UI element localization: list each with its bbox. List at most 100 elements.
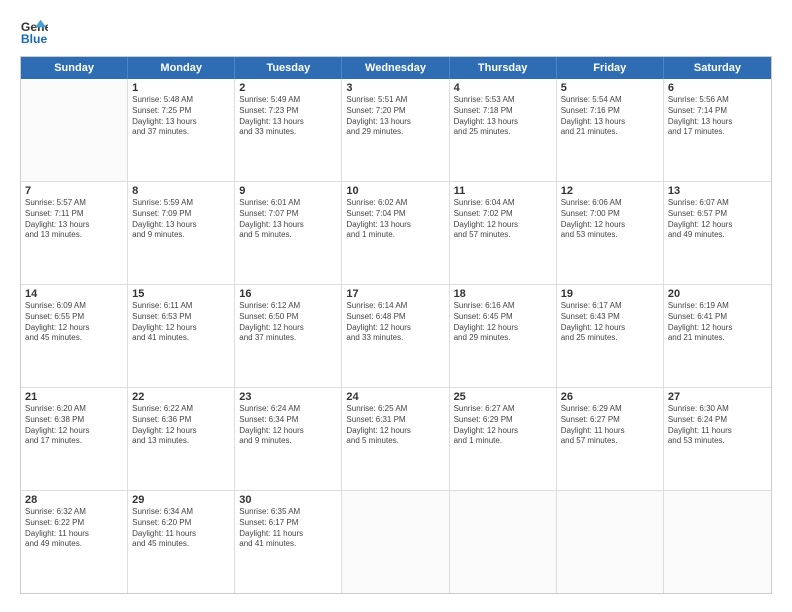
- cell-detail: Sunrise: 6:14 AM Sunset: 6:48 PM Dayligh…: [346, 301, 444, 344]
- cell-detail: Sunrise: 6:25 AM Sunset: 6:31 PM Dayligh…: [346, 404, 444, 447]
- calendar-cell: 27Sunrise: 6:30 AM Sunset: 6:24 PM Dayli…: [664, 388, 771, 490]
- day-number: 18: [454, 288, 552, 300]
- cell-detail: Sunrise: 5:57 AM Sunset: 7:11 PM Dayligh…: [25, 198, 123, 241]
- cell-detail: Sunrise: 5:48 AM Sunset: 7:25 PM Dayligh…: [132, 95, 230, 138]
- calendar-cell: 16Sunrise: 6:12 AM Sunset: 6:50 PM Dayli…: [235, 285, 342, 387]
- cell-detail: Sunrise: 6:29 AM Sunset: 6:27 PM Dayligh…: [561, 404, 659, 447]
- day-number: 1: [132, 82, 230, 94]
- page: General Blue SundayMondayTuesdayWednesda…: [0, 0, 792, 612]
- day-number: 16: [239, 288, 337, 300]
- cell-detail: Sunrise: 5:49 AM Sunset: 7:23 PM Dayligh…: [239, 95, 337, 138]
- day-number: 26: [561, 391, 659, 403]
- cell-detail: Sunrise: 6:04 AM Sunset: 7:02 PM Dayligh…: [454, 198, 552, 241]
- calendar-cell: [664, 491, 771, 593]
- day-number: 11: [454, 185, 552, 197]
- day-number: 12: [561, 185, 659, 197]
- calendar-cell: [21, 79, 128, 181]
- cell-detail: Sunrise: 5:59 AM Sunset: 7:09 PM Dayligh…: [132, 198, 230, 241]
- header: General Blue: [20, 18, 772, 46]
- calendar-cell: 1Sunrise: 5:48 AM Sunset: 7:25 PM Daylig…: [128, 79, 235, 181]
- cell-detail: Sunrise: 6:34 AM Sunset: 6:20 PM Dayligh…: [132, 507, 230, 550]
- cell-detail: Sunrise: 6:17 AM Sunset: 6:43 PM Dayligh…: [561, 301, 659, 344]
- day-number: 17: [346, 288, 444, 300]
- calendar-cell: 25Sunrise: 6:27 AM Sunset: 6:29 PM Dayli…: [450, 388, 557, 490]
- cell-detail: Sunrise: 5:51 AM Sunset: 7:20 PM Dayligh…: [346, 95, 444, 138]
- cell-detail: Sunrise: 6:02 AM Sunset: 7:04 PM Dayligh…: [346, 198, 444, 241]
- calendar-row-4: 21Sunrise: 6:20 AM Sunset: 6:38 PM Dayli…: [21, 388, 771, 491]
- calendar-cell: 22Sunrise: 6:22 AM Sunset: 6:36 PM Dayli…: [128, 388, 235, 490]
- calendar-cell: 5Sunrise: 5:54 AM Sunset: 7:16 PM Daylig…: [557, 79, 664, 181]
- cell-detail: Sunrise: 6:22 AM Sunset: 6:36 PM Dayligh…: [132, 404, 230, 447]
- calendar-cell: 9Sunrise: 6:01 AM Sunset: 7:07 PM Daylig…: [235, 182, 342, 284]
- cell-detail: Sunrise: 6:24 AM Sunset: 6:34 PM Dayligh…: [239, 404, 337, 447]
- cell-detail: Sunrise: 6:20 AM Sunset: 6:38 PM Dayligh…: [25, 404, 123, 447]
- calendar-row-2: 7Sunrise: 5:57 AM Sunset: 7:11 PM Daylig…: [21, 182, 771, 285]
- header-day-monday: Monday: [128, 57, 235, 79]
- calendar-cell: [557, 491, 664, 593]
- cell-detail: Sunrise: 6:11 AM Sunset: 6:53 PM Dayligh…: [132, 301, 230, 344]
- header-day-wednesday: Wednesday: [342, 57, 449, 79]
- calendar-cell: 8Sunrise: 5:59 AM Sunset: 7:09 PM Daylig…: [128, 182, 235, 284]
- cell-detail: Sunrise: 6:32 AM Sunset: 6:22 PM Dayligh…: [25, 507, 123, 550]
- calendar-cell: 3Sunrise: 5:51 AM Sunset: 7:20 PM Daylig…: [342, 79, 449, 181]
- calendar-cell: 6Sunrise: 5:56 AM Sunset: 7:14 PM Daylig…: [664, 79, 771, 181]
- day-number: 5: [561, 82, 659, 94]
- day-number: 21: [25, 391, 123, 403]
- calendar-cell: 7Sunrise: 5:57 AM Sunset: 7:11 PM Daylig…: [21, 182, 128, 284]
- day-number: 23: [239, 391, 337, 403]
- cell-detail: Sunrise: 6:30 AM Sunset: 6:24 PM Dayligh…: [668, 404, 767, 447]
- calendar-row-1: 1Sunrise: 5:48 AM Sunset: 7:25 PM Daylig…: [21, 79, 771, 182]
- day-number: 2: [239, 82, 337, 94]
- calendar-cell: 2Sunrise: 5:49 AM Sunset: 7:23 PM Daylig…: [235, 79, 342, 181]
- calendar-cell: 10Sunrise: 6:02 AM Sunset: 7:04 PM Dayli…: [342, 182, 449, 284]
- calendar-cell: 12Sunrise: 6:06 AM Sunset: 7:00 PM Dayli…: [557, 182, 664, 284]
- calendar-cell: [450, 491, 557, 593]
- svg-text:Blue: Blue: [21, 32, 48, 46]
- day-number: 29: [132, 494, 230, 506]
- calendar-row-3: 14Sunrise: 6:09 AM Sunset: 6:55 PM Dayli…: [21, 285, 771, 388]
- day-number: 30: [239, 494, 337, 506]
- calendar-cell: 29Sunrise: 6:34 AM Sunset: 6:20 PM Dayli…: [128, 491, 235, 593]
- calendar-cell: 26Sunrise: 6:29 AM Sunset: 6:27 PM Dayli…: [557, 388, 664, 490]
- day-number: 4: [454, 82, 552, 94]
- header-day-friday: Friday: [557, 57, 664, 79]
- day-number: 28: [25, 494, 123, 506]
- calendar-cell: [342, 491, 449, 593]
- day-number: 9: [239, 185, 337, 197]
- day-number: 20: [668, 288, 767, 300]
- calendar-cell: 15Sunrise: 6:11 AM Sunset: 6:53 PM Dayli…: [128, 285, 235, 387]
- cell-detail: Sunrise: 6:35 AM Sunset: 6:17 PM Dayligh…: [239, 507, 337, 550]
- day-number: 13: [668, 185, 767, 197]
- calendar-cell: 21Sunrise: 6:20 AM Sunset: 6:38 PM Dayli…: [21, 388, 128, 490]
- day-number: 3: [346, 82, 444, 94]
- cell-detail: Sunrise: 6:06 AM Sunset: 7:00 PM Dayligh…: [561, 198, 659, 241]
- calendar-cell: 23Sunrise: 6:24 AM Sunset: 6:34 PM Dayli…: [235, 388, 342, 490]
- cell-detail: Sunrise: 6:12 AM Sunset: 6:50 PM Dayligh…: [239, 301, 337, 344]
- day-number: 25: [454, 391, 552, 403]
- day-number: 15: [132, 288, 230, 300]
- logo-icon: General Blue: [20, 18, 48, 46]
- day-number: 6: [668, 82, 767, 94]
- cell-detail: Sunrise: 5:56 AM Sunset: 7:14 PM Dayligh…: [668, 95, 767, 138]
- calendar-cell: 18Sunrise: 6:16 AM Sunset: 6:45 PM Dayli…: [450, 285, 557, 387]
- day-number: 8: [132, 185, 230, 197]
- cell-detail: Sunrise: 5:54 AM Sunset: 7:16 PM Dayligh…: [561, 95, 659, 138]
- calendar-cell: 28Sunrise: 6:32 AM Sunset: 6:22 PM Dayli…: [21, 491, 128, 593]
- calendar-cell: 17Sunrise: 6:14 AM Sunset: 6:48 PM Dayli…: [342, 285, 449, 387]
- calendar-cell: 20Sunrise: 6:19 AM Sunset: 6:41 PM Dayli…: [664, 285, 771, 387]
- day-number: 10: [346, 185, 444, 197]
- header-day-sunday: Sunday: [21, 57, 128, 79]
- day-number: 7: [25, 185, 123, 197]
- header-day-thursday: Thursday: [450, 57, 557, 79]
- cell-detail: Sunrise: 6:09 AM Sunset: 6:55 PM Dayligh…: [25, 301, 123, 344]
- day-number: 19: [561, 288, 659, 300]
- calendar-row-5: 28Sunrise: 6:32 AM Sunset: 6:22 PM Dayli…: [21, 491, 771, 593]
- header-day-saturday: Saturday: [664, 57, 771, 79]
- cell-detail: Sunrise: 6:27 AM Sunset: 6:29 PM Dayligh…: [454, 404, 552, 447]
- calendar-cell: 14Sunrise: 6:09 AM Sunset: 6:55 PM Dayli…: [21, 285, 128, 387]
- calendar-header: SundayMondayTuesdayWednesdayThursdayFrid…: [21, 57, 771, 79]
- day-number: 14: [25, 288, 123, 300]
- cell-detail: Sunrise: 5:53 AM Sunset: 7:18 PM Dayligh…: [454, 95, 552, 138]
- day-number: 27: [668, 391, 767, 403]
- calendar-cell: 30Sunrise: 6:35 AM Sunset: 6:17 PM Dayli…: [235, 491, 342, 593]
